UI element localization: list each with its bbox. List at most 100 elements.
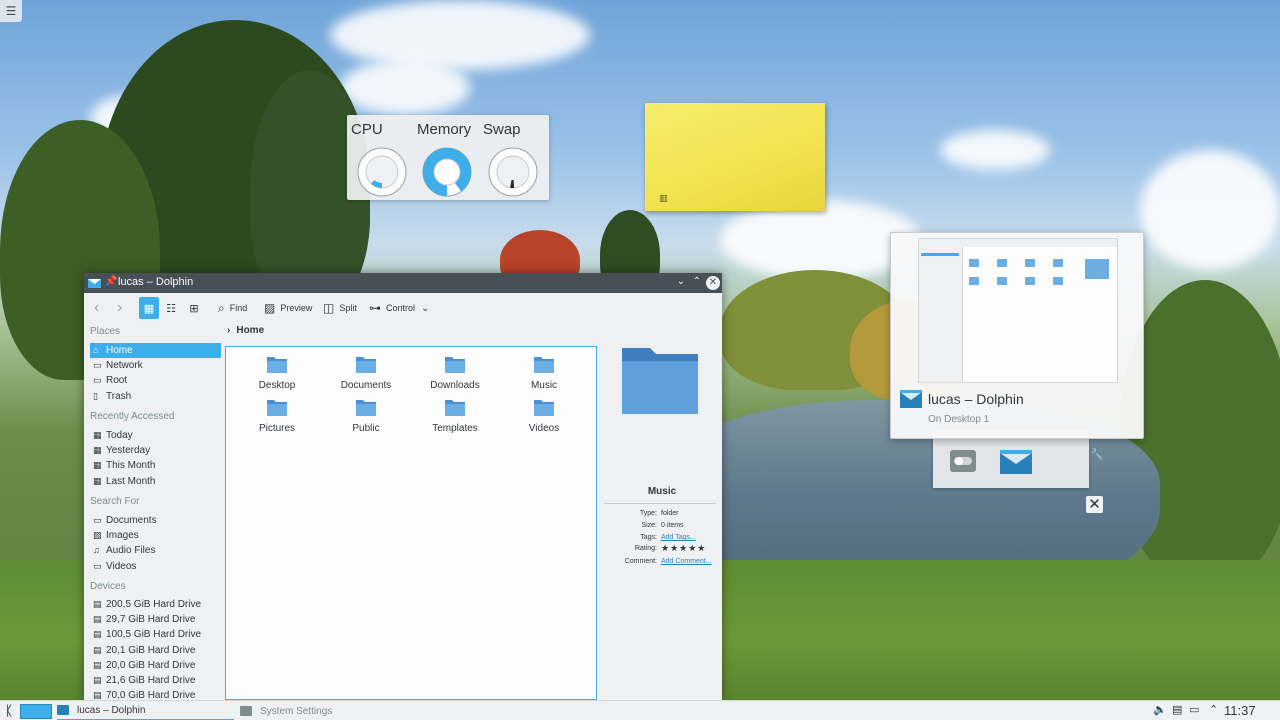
place-label: Trash xyxy=(106,391,132,402)
preview-icon: ▨ xyxy=(264,301,276,315)
place-item-network[interactable]: ▭ Network xyxy=(90,358,221,373)
folder-name: Desktop xyxy=(258,380,296,391)
root-folder-icon: ▭ xyxy=(93,375,102,385)
close-widget-explorer-button[interactable]: ✕ xyxy=(1086,496,1103,513)
folder-item-downloads[interactable]: Downloads xyxy=(411,354,499,391)
application-launcher-button[interactable]: ᛕ xyxy=(2,703,16,719)
forward-arrow-icon[interactable]: › xyxy=(117,299,122,317)
folder-item-music[interactable]: Music xyxy=(500,354,588,391)
settings-app-icon xyxy=(240,706,252,716)
details-view-button[interactable]: ⊞ xyxy=(184,297,204,319)
folder-item-desktop[interactable]: Desktop xyxy=(233,354,321,391)
desktop-toolbox-button[interactable]: ☰ xyxy=(0,0,22,22)
folder-item-documents[interactable]: Documents xyxy=(322,354,410,391)
sticky-note-widget[interactable]: ▥ xyxy=(645,103,825,211)
toggle-switch-icon[interactable] xyxy=(949,449,977,473)
places-section-title: Places xyxy=(90,326,121,337)
video-icon: ▭ xyxy=(93,561,102,571)
volume-icon[interactable]: 🔈 xyxy=(1153,703,1167,716)
device-item[interactable]: ▤ 70,0 GiB Hard Drive xyxy=(90,688,221,700)
task-dolphin[interactable]: lucas – Dolphin xyxy=(57,701,234,720)
split-icon: ◫ xyxy=(323,301,335,315)
search-label: Documents xyxy=(106,515,157,526)
split-button[interactable]: ◫ Split xyxy=(323,297,357,319)
add-comment-link[interactable]: Add Comment... xyxy=(661,558,712,565)
folder-icon xyxy=(445,400,465,416)
breadcrumb-home[interactable]: Home xyxy=(236,325,264,336)
minimize-button[interactable]: ⌄ xyxy=(674,275,688,289)
search-icon: ⌕ xyxy=(218,300,225,315)
find-button[interactable]: ⌕ Find xyxy=(218,297,247,319)
note-config-icon[interactable]: ▥ xyxy=(659,193,668,204)
calendar-icon: ▦ xyxy=(93,476,102,486)
compact-view-button[interactable]: ☷ xyxy=(161,297,181,319)
search-item-audio-files[interactable]: ♫ Audio Files xyxy=(90,543,221,558)
folder-item-public[interactable]: Public xyxy=(322,397,410,434)
rating-stars[interactable]: ★★★★★ xyxy=(661,543,706,554)
task-preview-tooltip[interactable]: lucas – Dolphin On Desktop 1 xyxy=(890,232,1144,439)
recent-item-this-month[interactable]: ▦ This Month xyxy=(90,458,221,473)
folder-icon xyxy=(267,400,287,416)
recent-item-last-month[interactable]: ▦ Last Month xyxy=(90,474,221,489)
thumbnail-info-folder xyxy=(1085,259,1109,279)
maximize-button[interactable]: ⌃ xyxy=(690,275,704,289)
system-monitor-widget[interactable]: CPU Memory Swap xyxy=(347,115,549,200)
folder-name: Pictures xyxy=(258,423,296,434)
pin-icon[interactable]: 📌 xyxy=(105,276,117,287)
info-value: 0 items xyxy=(661,522,684,529)
device-label: 20,1 GiB Hard Drive xyxy=(106,645,196,656)
taskbar-panel: ᛕ lucas – Dolphin System Settings 🔈 ▤ ▭ … xyxy=(0,700,1280,720)
close-window-button[interactable]: ✕ xyxy=(706,276,720,290)
clipboard-icon[interactable]: ▤ xyxy=(1172,703,1182,716)
devices-section-title: Devices xyxy=(90,581,126,592)
control-menu-button[interactable]: ⊶ Control ⌄ xyxy=(369,297,429,319)
window-titlebar[interactable]: 📌 lucas – Dolphin ⌄ ⌃ ✕ xyxy=(84,273,722,293)
search-label: Audio Files xyxy=(106,545,156,556)
device-item[interactable]: ▤ 20,1 GiB Hard Drive xyxy=(90,643,221,658)
place-item-trash[interactable]: ▯ Trash xyxy=(90,389,221,404)
dolphin-window[interactable]: 📌 lucas – Dolphin ⌄ ⌃ ✕ ‹ › ▦ ☷ ⊞ ⌕ Find… xyxy=(84,273,722,700)
add-tags-link[interactable]: Add Tags... xyxy=(661,534,696,541)
wrench-icon[interactable]: 🔧 xyxy=(1090,448,1104,464)
back-arrow-icon[interactable]: ‹ xyxy=(94,299,99,317)
icons-view-button[interactable]: ▦ xyxy=(139,297,159,319)
recent-item-today[interactable]: ▦ Today xyxy=(90,428,221,443)
digital-clock[interactable]: 11:37 xyxy=(1224,703,1256,718)
recent-section-title: Recently Accessed xyxy=(90,411,175,422)
folder-icon xyxy=(534,357,554,373)
task-system-settings[interactable]: System Settings xyxy=(240,701,414,720)
file-view[interactable]: Desktop Documents Downloads Music Pictur… xyxy=(225,346,597,700)
window-thumbnail[interactable] xyxy=(918,238,1118,383)
device-item[interactable]: ▤ 100,5 GiB Hard Drive xyxy=(90,627,221,642)
info-key: Type: xyxy=(639,510,657,517)
display-icon[interactable]: ▭ xyxy=(1189,703,1199,716)
folder-icon xyxy=(534,400,554,416)
hard-drive-icon: ▤ xyxy=(93,645,102,655)
place-item-root[interactable]: ▭ Root xyxy=(90,373,221,388)
device-item[interactable]: ▤ 21,6 GiB Hard Drive xyxy=(90,673,221,688)
device-item[interactable]: ▤ 20,0 GiB Hard Drive xyxy=(90,658,221,673)
search-item-videos[interactable]: ▭ Videos xyxy=(90,559,221,574)
folder-item-pictures[interactable]: Pictures xyxy=(233,397,321,434)
recent-item-yesterday[interactable]: ▦ Yesterday xyxy=(90,443,221,458)
folder-item-videos[interactable]: Videos xyxy=(500,397,588,434)
device-item[interactable]: ▤ 29,7 GiB Hard Drive xyxy=(90,612,221,627)
place-item-home[interactable]: ⌂ Home xyxy=(90,343,221,358)
dolphin-app-icon[interactable] xyxy=(999,449,1033,475)
desktop-pager[interactable] xyxy=(20,704,52,719)
thumbnail-folder xyxy=(1053,277,1063,285)
search-item-documents[interactable]: ▭ Documents xyxy=(90,513,221,528)
search-item-images[interactable]: ▨ Images xyxy=(90,528,221,543)
cloud xyxy=(940,130,1050,170)
device-item[interactable]: ▤ 200,5 GiB Hard Drive xyxy=(90,597,221,612)
info-value: folder xyxy=(661,510,679,517)
tooltip-window-title: lucas – Dolphin xyxy=(928,391,1024,407)
dolphin-app-icon[interactable] xyxy=(88,278,101,288)
breadcrumb[interactable]: › Home xyxy=(227,325,264,336)
show-hidden-icons-arrow[interactable]: ⌃ xyxy=(1209,703,1218,716)
preview-button[interactable]: ▨ Preview xyxy=(264,297,312,319)
search-label: Images xyxy=(106,530,139,541)
cloud xyxy=(330,0,590,70)
folder-item-templates[interactable]: Templates xyxy=(411,397,499,434)
device-label: 20,0 GiB Hard Drive xyxy=(106,660,196,671)
